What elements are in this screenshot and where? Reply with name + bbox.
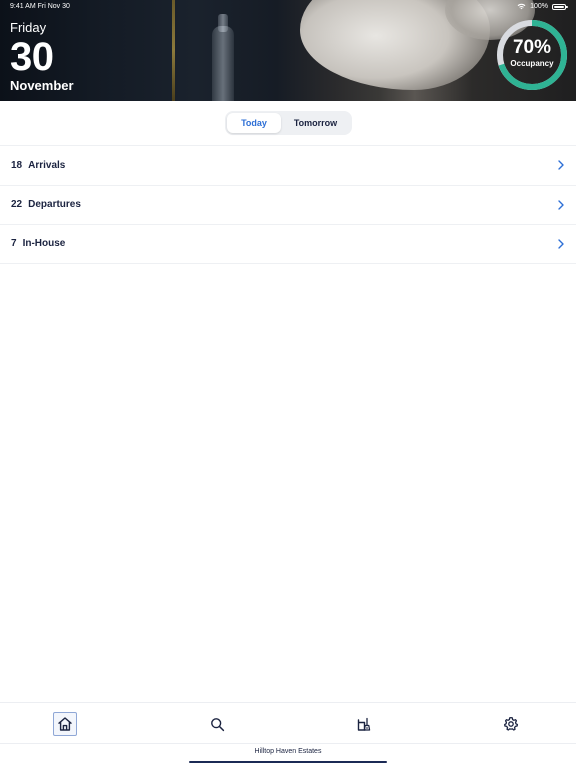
tab-housekeeping[interactable] — [352, 712, 376, 736]
date-month: November — [10, 78, 74, 93]
list-row-in-house[interactable]: 7 In-House — [0, 224, 576, 264]
status-right: 100% — [517, 3, 568, 10]
housekeeping-icon — [357, 717, 371, 731]
occupancy-value: 70% — [512, 37, 552, 58]
tab-bar — [0, 702, 576, 743]
search-icon — [210, 717, 224, 731]
in-house-label: In-House — [22, 238, 66, 250]
chevron-right-icon — [558, 160, 564, 170]
segment-tomorrow[interactable]: Tomorrow — [281, 113, 350, 133]
battery-icon — [552, 3, 568, 10]
property-bar: Hilltop Haven Estates — [0, 743, 576, 768]
departures-count: 22 — [11, 199, 23, 211]
chevron-right-icon — [558, 239, 564, 249]
in-house-count: 7 — [11, 238, 17, 250]
departures-label: Departures — [28, 199, 81, 211]
background-bottle — [212, 26, 234, 101]
background-lamp-pole — [172, 0, 175, 101]
wifi-icon — [517, 3, 526, 10]
home-indicator — [189, 761, 387, 763]
day-segmented-control: Today Tomorrow — [225, 111, 352, 135]
date-day: 30 — [10, 35, 54, 79]
arrivals-count: 18 — [11, 159, 23, 171]
property-name[interactable]: Hilltop Haven Estates — [0, 748, 576, 755]
summary-list: 18 Arrivals 22 Departures 7 In-House — [0, 145, 576, 264]
status-time: 9:41 AM Fri Nov 30 — [10, 3, 70, 10]
tab-home[interactable] — [53, 712, 77, 736]
list-row-arrivals[interactable]: 18 Arrivals — [0, 145, 576, 185]
segment-today[interactable]: Today — [227, 113, 281, 133]
status-bar: 9:41 AM Fri Nov 30 100% — [0, 0, 576, 14]
list-row-departures[interactable]: 22 Departures — [0, 184, 576, 225]
tab-settings[interactable] — [499, 712, 523, 736]
header-hero: 9:41 AM Fri Nov 30 100% Friday 30 Novemb… — [0, 0, 576, 101]
home-icon — [58, 717, 72, 731]
tab-search[interactable] — [205, 712, 229, 736]
occupancy-gauge: 70% Occupancy — [496, 19, 568, 91]
chevron-right-icon — [558, 200, 564, 210]
gear-icon — [504, 716, 519, 731]
date-weekday: Friday — [10, 20, 47, 35]
battery-percentage: 100% — [530, 3, 548, 10]
arrivals-label: Arrivals — [28, 159, 66, 171]
occupancy-label: Occupancy — [510, 59, 554, 68]
date-block: Friday 30 November — [10, 20, 74, 93]
